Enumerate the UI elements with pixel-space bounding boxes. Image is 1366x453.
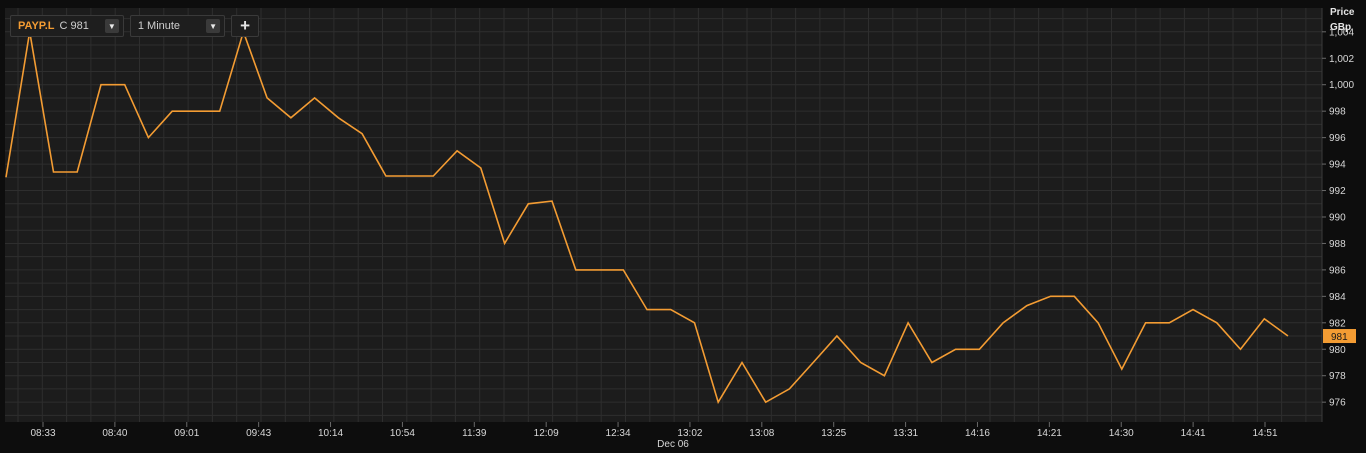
x-tick-label: 14:51 <box>1252 428 1277 439</box>
x-tick-label: 14:21 <box>1037 428 1062 439</box>
last-price-marker: 981 <box>1323 329 1356 344</box>
plot-area[interactable] <box>5 8 1322 422</box>
symbol-label: PAYP.L <box>18 20 55 32</box>
chevron-down-icon[interactable]: ▼ <box>104 19 119 33</box>
x-tick-label: 13:02 <box>677 428 702 439</box>
x-tick-label: 08:33 <box>30 428 55 439</box>
x-tick-label: 11:39 <box>462 428 487 439</box>
chart-toolbar: PAYP.L C 981 ▼ 1 Minute ▼ + <box>10 15 260 37</box>
add-button[interactable]: + <box>231 15 260 37</box>
y-tick-label: 980 <box>1329 345 1346 356</box>
y-tick-label: 984 <box>1329 292 1346 303</box>
y-tick-label: 976 <box>1329 398 1346 409</box>
price-chart[interactable]: 976 978 980 982 984 986 988 990 992 994 996 998 1,00… <box>0 0 1366 453</box>
symbol-dropdown[interactable]: PAYP.L C 981 ▼ <box>10 15 124 37</box>
x-tick-label: 08:40 <box>102 428 127 439</box>
y-tick-label: 1,002 <box>1329 54 1354 65</box>
interval-dropdown[interactable]: 1 Minute ▼ <box>129 15 226 37</box>
date-label: Dec 06 <box>657 439 689 450</box>
y-tick-label: 994 <box>1329 160 1346 171</box>
y-tick-label: 988 <box>1329 239 1346 250</box>
price-unit-label: GBp <box>1330 22 1352 33</box>
x-tick-label: 12:34 <box>606 428 631 439</box>
x-tick-label: 09:43 <box>246 428 271 439</box>
y-tick-label: 996 <box>1329 133 1346 144</box>
x-tick-label: 13:08 <box>749 428 774 439</box>
x-tick-label: 14:16 <box>965 428 990 439</box>
y-tick-label: 998 <box>1329 107 1346 118</box>
interval-label: 1 Minute <box>137 20 181 32</box>
x-tick-label: 13:25 <box>821 428 846 439</box>
y-tick-label: 992 <box>1329 186 1346 197</box>
x-axis-ticks: 08:33 08:40 09:01 09:43 10:14 10:54 11:39 12:09… <box>30 422 1278 450</box>
x-tick-label: 14:30 <box>1109 428 1134 439</box>
y-tick-label: 986 <box>1329 265 1346 276</box>
chevron-down-icon[interactable]: ▼ <box>206 19 221 33</box>
last-price-label: 981 <box>1331 332 1348 343</box>
y-axis-ticks: 976 978 980 982 984 986 988 990 992 994 996 998 1,00… <box>1322 27 1354 409</box>
x-tick-label: 12:09 <box>534 428 559 439</box>
y-tick-label: 1,000 <box>1329 80 1354 91</box>
x-tick-label: 10:54 <box>390 428 415 439</box>
x-tick-label: 09:01 <box>174 428 199 439</box>
x-tick-label: 14:41 <box>1181 428 1206 439</box>
y-tick-label: 990 <box>1329 212 1346 223</box>
close-price-label: C 981 <box>59 20 89 32</box>
x-tick-label: 10:14 <box>318 428 343 439</box>
y-tick-label: 978 <box>1329 371 1346 382</box>
price-axis-title: Price <box>1330 7 1355 18</box>
x-tick-label: 13:31 <box>893 428 918 439</box>
y-tick-label: 982 <box>1329 318 1346 329</box>
